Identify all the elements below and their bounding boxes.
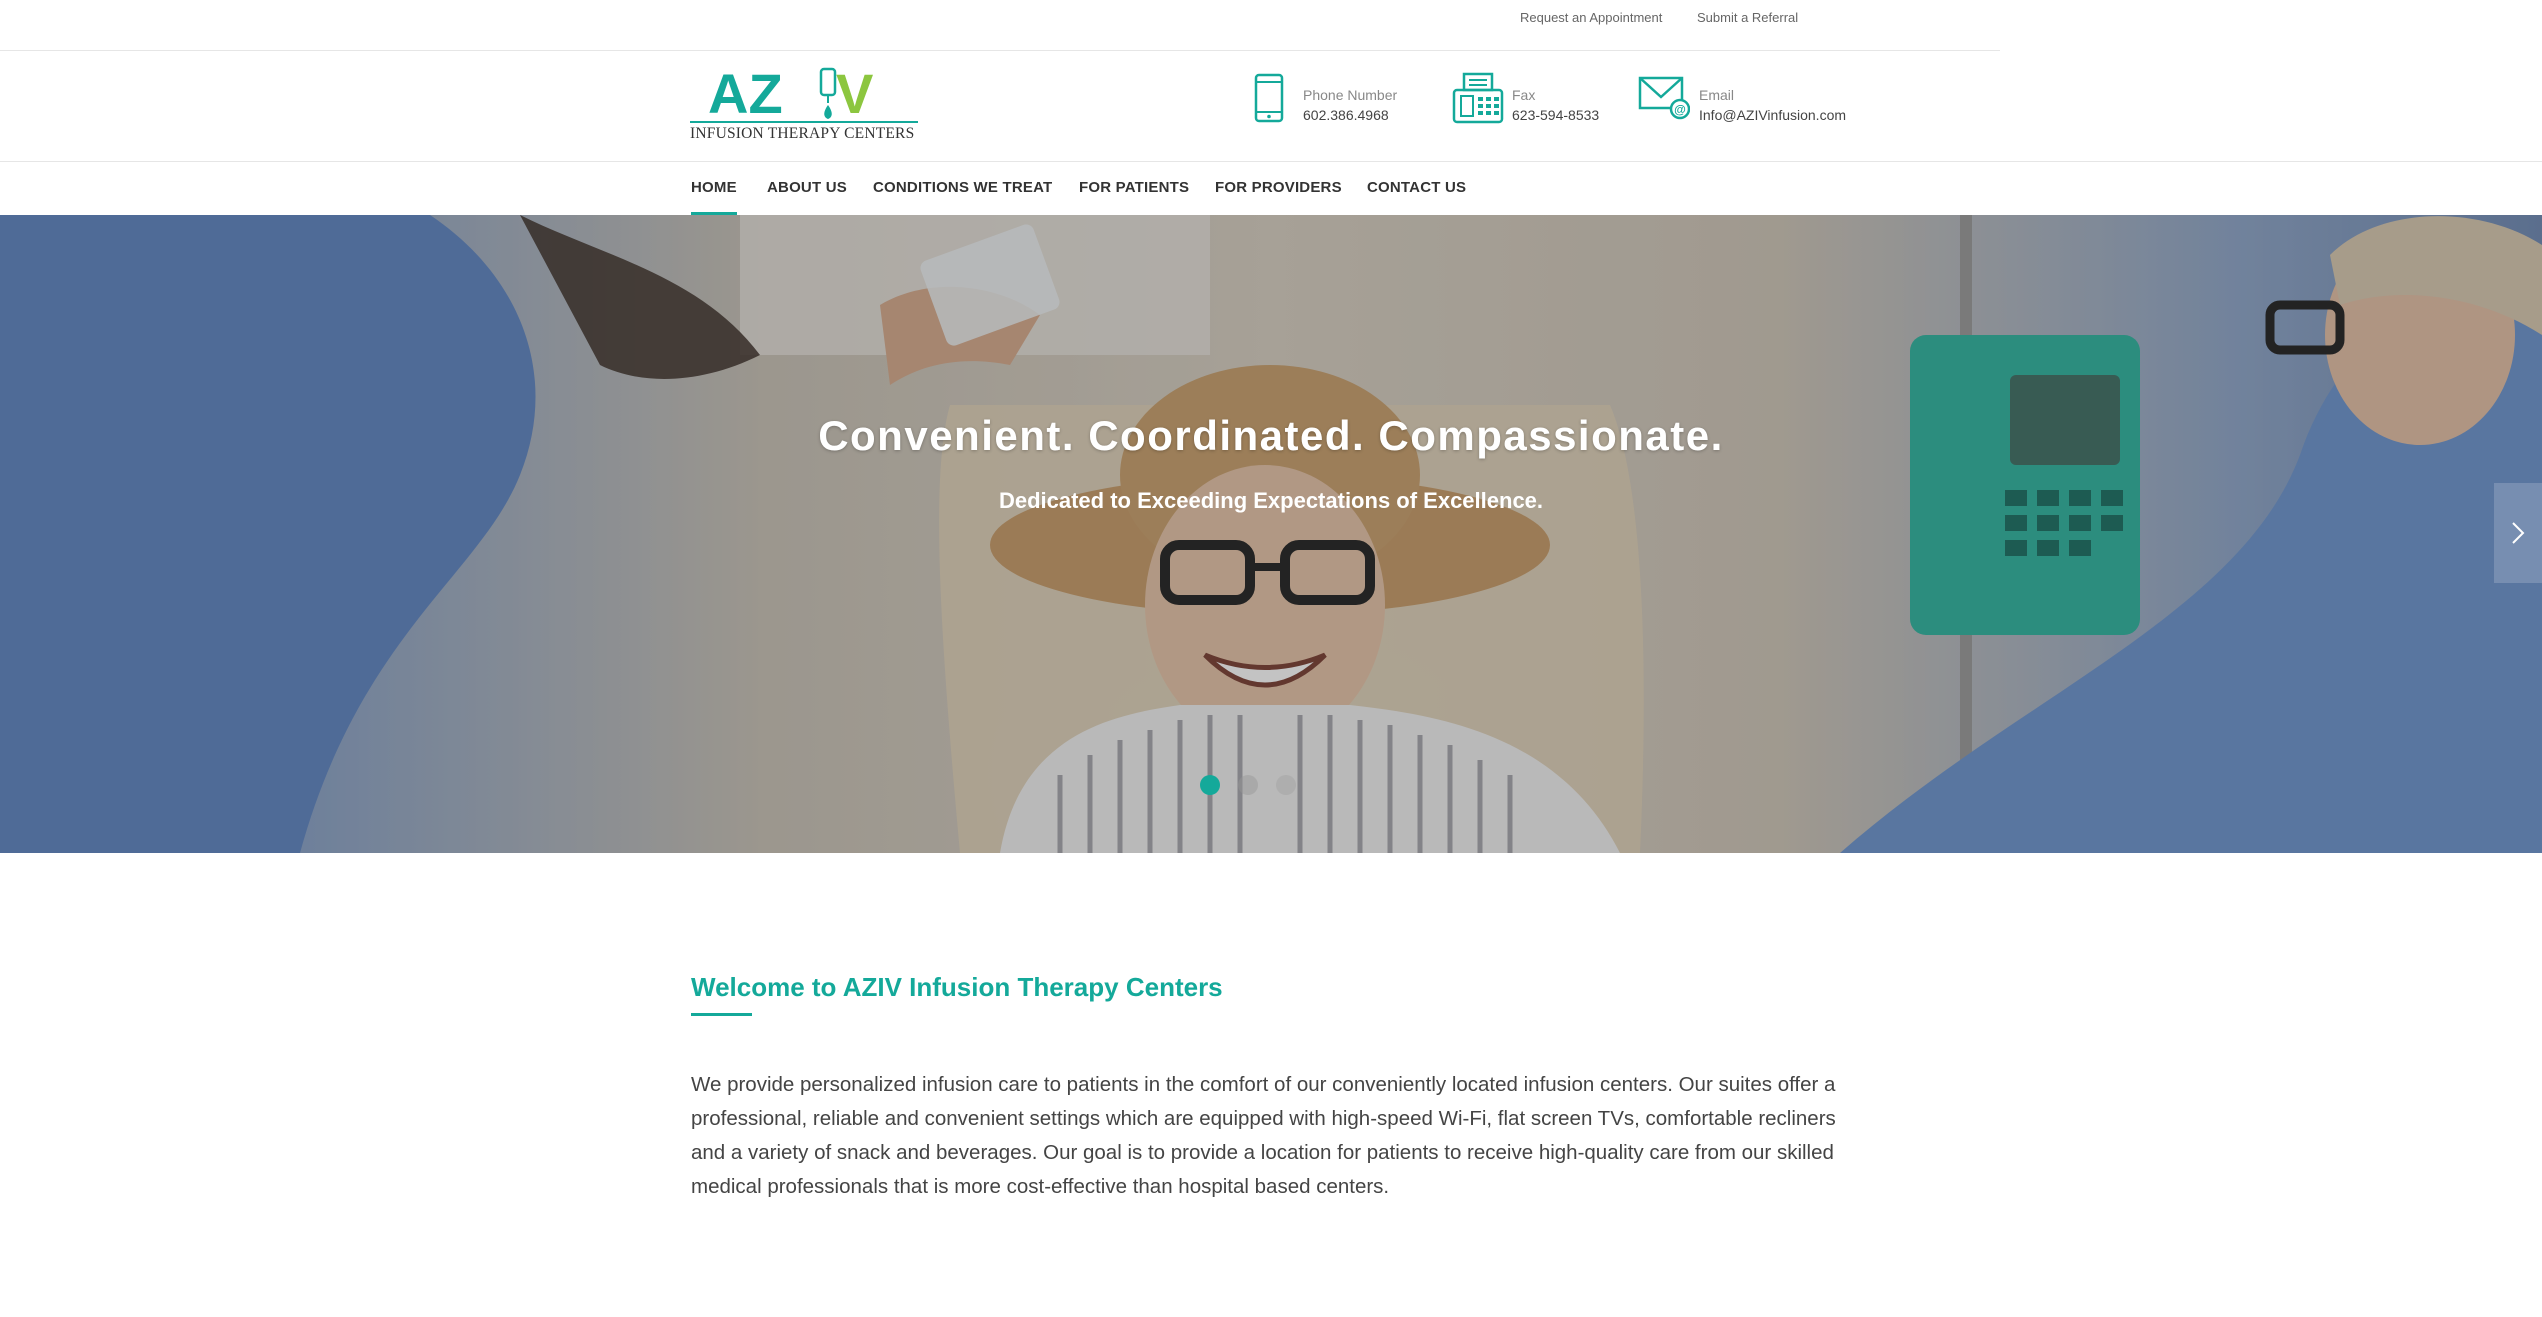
welcome-paragraph: We provide personalized infusion care to… [691, 1073, 1836, 1198]
submit-referral-link[interactable]: Submit a Referral [1697, 10, 1798, 25]
nav-conditions-we-treat[interactable]: CONDITIONS WE TREAT [873, 162, 1052, 214]
welcome-divider [691, 1013, 752, 1016]
email-icon: @ [1638, 76, 1690, 120]
logo-mark-az: AZ [708, 65, 783, 125]
slider-dot[interactable] [1276, 775, 1296, 795]
phone-label: Phone Number [1303, 87, 1398, 103]
logo-mark: AZ V [690, 62, 918, 125]
email-value[interactable]: Info@AZIVinfusion.com [1699, 107, 1846, 123]
email-label: Email [1699, 87, 1735, 103]
slider-next-button[interactable] [2494, 483, 2542, 583]
logo-tagline: INFUSION THERAPY CENTERS [690, 125, 915, 142]
phone-icon [1254, 73, 1284, 123]
welcome-heading: Welcome to AZIV Infusion Therapy Centers [691, 972, 1223, 1002]
slider-dot[interactable] [1200, 775, 1220, 795]
slider-dot[interactable] [1238, 775, 1258, 795]
hero-overlay [0, 215, 2542, 853]
main-nav: HOME ABOUT US CONDITIONS WE TREAT FOR PA… [0, 162, 2542, 215]
fax-icon [1452, 72, 1504, 124]
nav-for-providers[interactable]: FOR PROVIDERS [1215, 162, 1342, 214]
utility-bar: Request an Appointment Submit a Referral [0, 0, 2000, 51]
nav-home[interactable]: HOME [691, 162, 737, 215]
logo-mark-v: V [836, 65, 873, 125]
hero-slider: Convenient. Coordinated. Compassionate. … [0, 215, 2542, 853]
hero-title: Convenient. Coordinated. Compassionate. [818, 412, 1724, 459]
nav-for-patients[interactable]: FOR PATIENTS [1079, 162, 1189, 214]
phone-value[interactable]: 602.386.4968 [1303, 107, 1389, 123]
nav-contact-us[interactable]: CONTACT US [1367, 162, 1466, 214]
contact-phone[interactable]: Phone Number 602.386.4968 [1253, 69, 1423, 129]
contact-fax[interactable]: Fax 623-594-8533 [1452, 69, 1602, 129]
request-appointment-link[interactable]: Request an Appointment [1520, 10, 1662, 25]
fax-value: 623-594-8533 [1512, 107, 1600, 123]
contact-email[interactable]: @ Email Info@AZIVinfusion.com [1638, 69, 1868, 129]
chevron-right-icon [2512, 522, 2525, 544]
fax-label: Fax [1512, 87, 1536, 103]
nav-about-us[interactable]: ABOUT US [767, 162, 847, 214]
site-header: AZ V INFUSION THERAPY CENTERS Phone Numb… [0, 51, 2542, 162]
logo[interactable]: AZ V INFUSION THERAPY CENTERS [690, 62, 918, 147]
svg-text:@: @ [1674, 103, 1686, 117]
hero-subtitle: Dedicated to Exceeding Expectations of E… [998, 488, 1544, 513]
